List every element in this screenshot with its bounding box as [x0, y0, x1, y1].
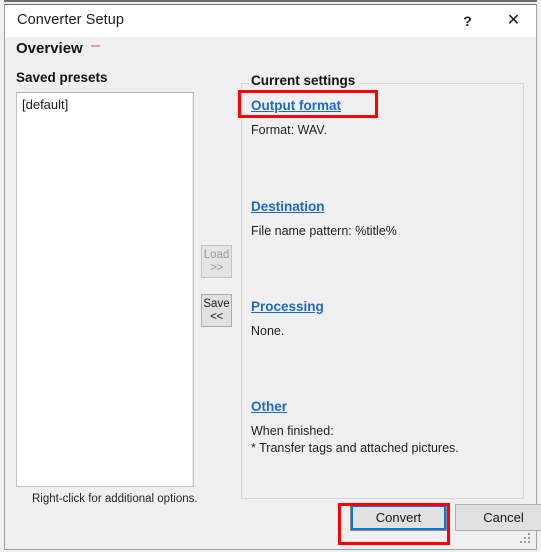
load-arrow-icon: >> — [210, 261, 223, 274]
close-button[interactable]: ✕ — [491, 5, 536, 36]
load-preset-button[interactable]: Load >> — [201, 245, 232, 278]
dialog-body: Saved presets [default] Right-click for … — [5, 65, 541, 549]
dialog-button-bar: Convert Cancel — [5, 494, 541, 549]
other-link[interactable]: Other — [251, 399, 287, 414]
help-button[interactable]: ? — [445, 5, 490, 36]
settings-section-processing: Processing None. — [251, 298, 324, 340]
processing-link[interactable]: Processing — [251, 299, 324, 314]
saved-presets-list[interactable]: [default] — [16, 92, 194, 487]
question-mark-icon: ? — [463, 12, 472, 29]
window-top-edge — [4, 0, 537, 2]
overview-header: Overview — [5, 37, 536, 65]
list-inner-edge — [192, 93, 193, 486]
settings-section-destination: Destination File name pattern: %title% — [251, 198, 397, 240]
converter-setup-dialog: Converter Setup ? ✕ Overview Saved prese… — [0, 0, 541, 552]
other-description: When finished: * Transfer tags and attac… — [251, 424, 459, 455]
title-bar: Converter Setup ? ✕ — [5, 5, 536, 38]
highlight-mark — [91, 45, 100, 47]
list-item[interactable]: [default] — [22, 97, 68, 112]
processing-description: None. — [251, 324, 285, 338]
cancel-button[interactable]: Cancel — [455, 504, 541, 531]
resize-grip[interactable] — [519, 533, 532, 546]
destination-description: File name pattern: %title% — [251, 224, 397, 238]
save-preset-button[interactable]: Save << — [201, 294, 232, 327]
current-settings-label: Current settings — [249, 73, 360, 88]
convert-button[interactable]: Convert — [350, 504, 447, 531]
output-format-link[interactable]: Output format — [251, 98, 341, 113]
settings-section-output-format: Output format Format: WAV. — [251, 97, 341, 139]
save-arrow-icon: << — [210, 310, 223, 323]
load-button-label: Load — [203, 248, 230, 261]
page-title: Overview — [16, 40, 83, 57]
output-format-description: Format: WAV. — [251, 123, 327, 137]
window-title: Converter Setup — [17, 12, 125, 28]
destination-link[interactable]: Destination — [251, 199, 325, 214]
saved-presets-label: Saved presets — [16, 70, 108, 85]
close-icon: ✕ — [506, 11, 521, 29]
settings-section-other: Other When finished: * Transfer tags and… — [251, 398, 459, 456]
save-button-label: Save — [203, 297, 230, 310]
window-frame: Converter Setup ? ✕ Overview Saved prese… — [4, 4, 541, 550]
